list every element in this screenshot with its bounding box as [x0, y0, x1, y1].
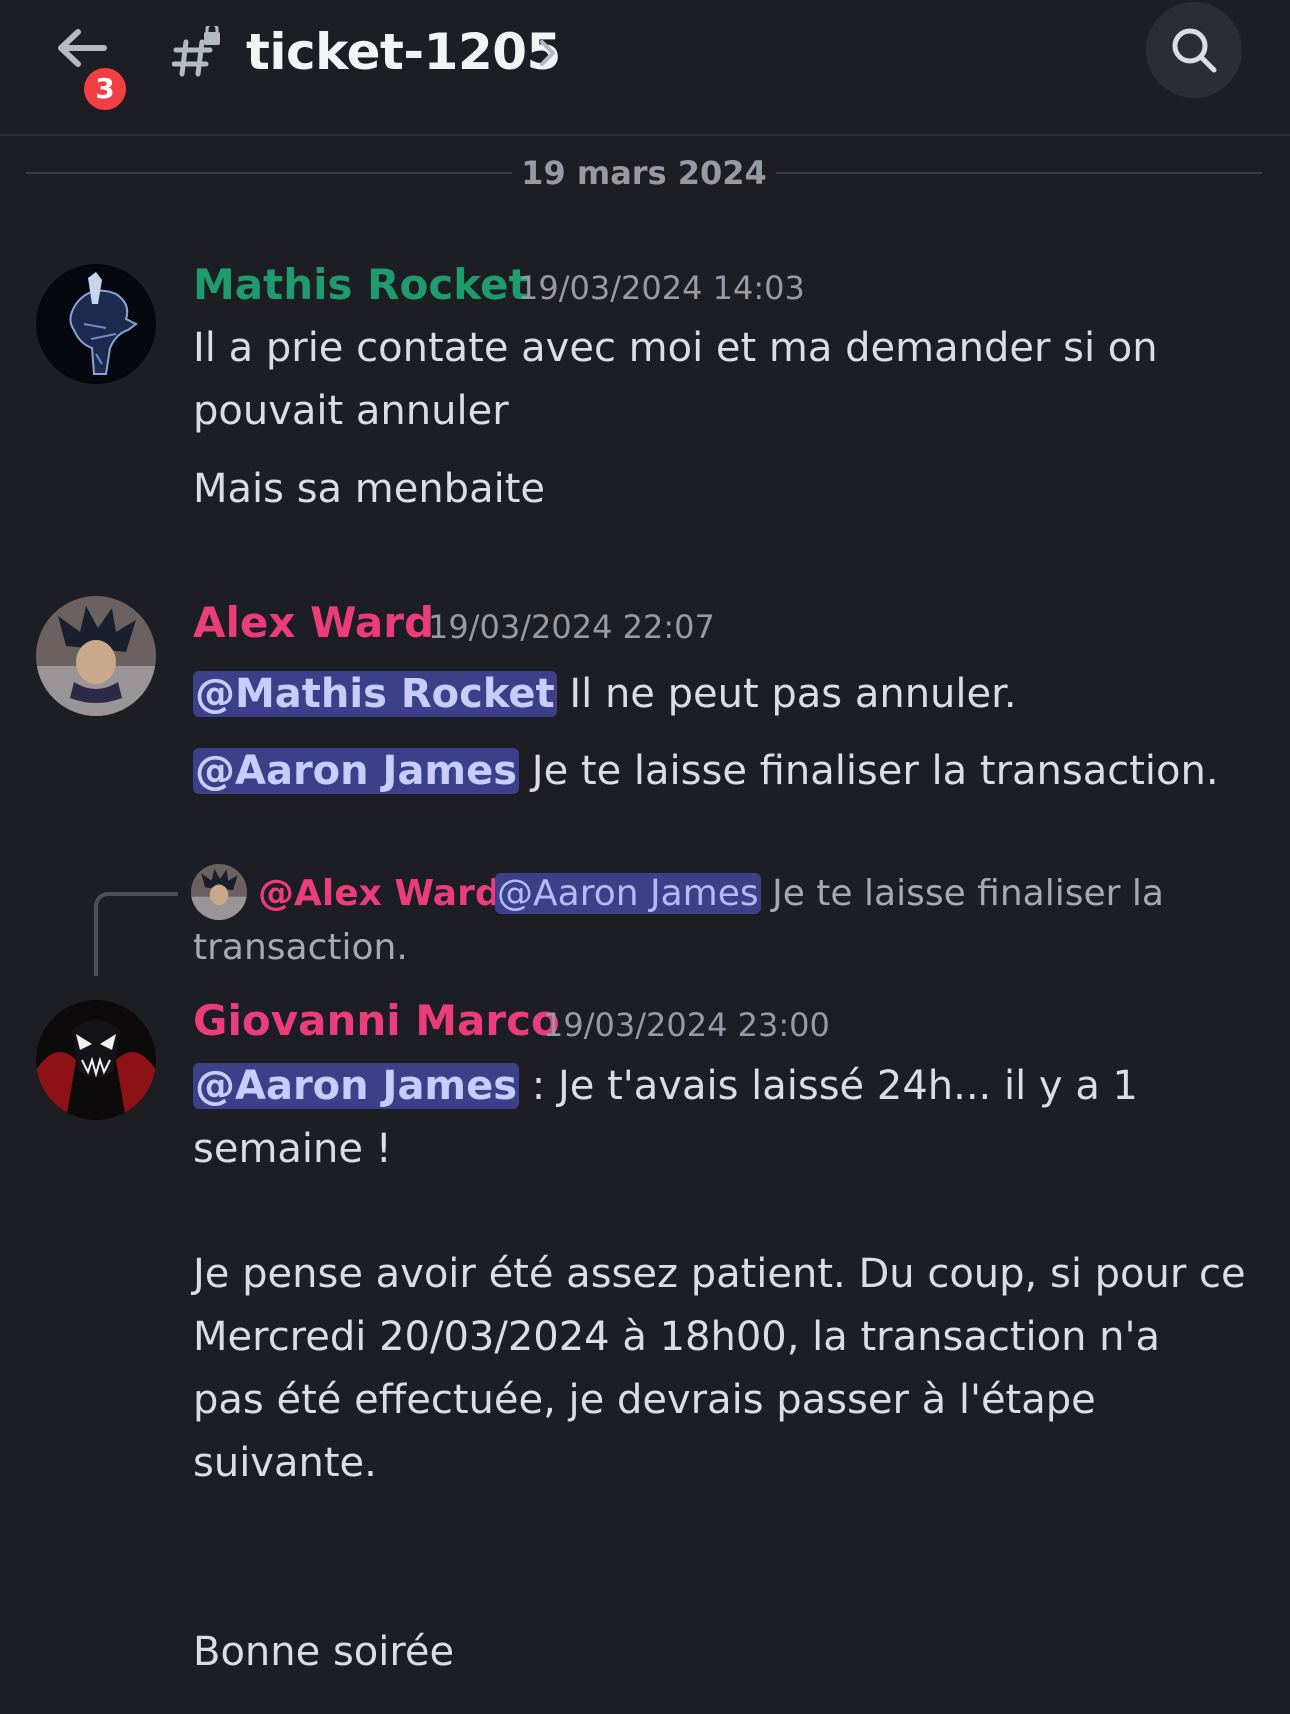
message-text: Mercredi 20/03/2024 à 18h00, la transact… — [193, 1314, 1161, 1360]
message-text: @Aaron James Je te laisse finaliser la t… — [193, 740, 1219, 803]
locked-channel-icon — [172, 26, 220, 77]
message-timestamp: 19/03/2024 23:00 — [543, 1006, 830, 1044]
divider-line — [776, 172, 1262, 174]
avatar-image — [36, 596, 156, 716]
message-text: pouvait annuler — [193, 388, 509, 434]
message-text: Je pense avoir été assez patient. Du cou… — [193, 1251, 1246, 1297]
user-mention[interactable]: @Mathis Rocket — [193, 671, 557, 717]
message-author[interactable]: Alex Ward — [193, 596, 434, 650]
message-author[interactable]: Mathis Rocket — [193, 258, 529, 312]
reply-preview-text: Je te laisse finaliser la — [760, 873, 1164, 914]
divider-line — [26, 172, 512, 174]
avatar-image — [36, 1000, 156, 1120]
message-timestamp: 19/03/2024 14:03 — [518, 269, 805, 307]
message-text: suivante. — [193, 1440, 377, 1486]
user-mention[interactable]: @Aaron James — [193, 748, 520, 794]
unread-badge: 3 — [80, 64, 130, 114]
message-text-segment: Je te laisse finaliser la transaction. — [519, 748, 1219, 794]
message-text-segment: : Je t'avais laissé 24h... il y a 1 — [519, 1063, 1138, 1109]
channel-header: 3 ticket-1205 — [0, 0, 1290, 136]
message-author[interactable]: Giovanni Marco — [193, 994, 560, 1048]
reply-avatar[interactable] — [191, 864, 247, 920]
message-text: Bonne soirée — [193, 1629, 455, 1675]
message-text-segment: Il ne peut pas annuler. — [556, 671, 1017, 717]
reply-preview[interactable]: @Aaron James Je te laisse finaliser la — [495, 866, 1164, 922]
message-text: @Aaron James : Je t'avais laissé 24h... … — [193, 1055, 1138, 1118]
avatar-mathis-rocket[interactable] — [36, 264, 156, 384]
reply-author[interactable]: @Alex Ward — [258, 866, 501, 922]
message-text: @Mathis Rocket Il ne peut pas annuler. — [193, 663, 1017, 726]
chevron-right-icon[interactable] — [536, 36, 560, 70]
reply-preview-text[interactable]: transaction. — [193, 920, 408, 976]
avatar-alex-ward[interactable] — [36, 596, 156, 716]
avatar-image — [36, 264, 156, 384]
channel-title[interactable]: ticket-1205 — [246, 16, 561, 88]
avatar-giovanni-marco[interactable] — [36, 1000, 156, 1120]
date-divider-label: 19 mars 2024 — [521, 154, 767, 192]
reply-connector — [94, 892, 178, 976]
search-button[interactable] — [1146, 2, 1242, 98]
date-divider: 19 mars 2024 — [26, 150, 1262, 196]
avatar-image — [191, 864, 247, 920]
search-icon — [1172, 28, 1217, 73]
message-text: Mais sa menbaite — [193, 466, 545, 512]
message-text: semaine ! — [193, 1126, 392, 1172]
user-mention[interactable]: @Aaron James — [193, 1063, 520, 1109]
message-text: Il a prie contate avec moi et ma demande… — [193, 325, 1158, 371]
message-timestamp: 19/03/2024 22:07 — [428, 608, 715, 646]
message-text: pas été effectuée, je devrais passer à l… — [193, 1377, 1096, 1423]
user-mention[interactable]: @Aaron James — [495, 873, 761, 914]
